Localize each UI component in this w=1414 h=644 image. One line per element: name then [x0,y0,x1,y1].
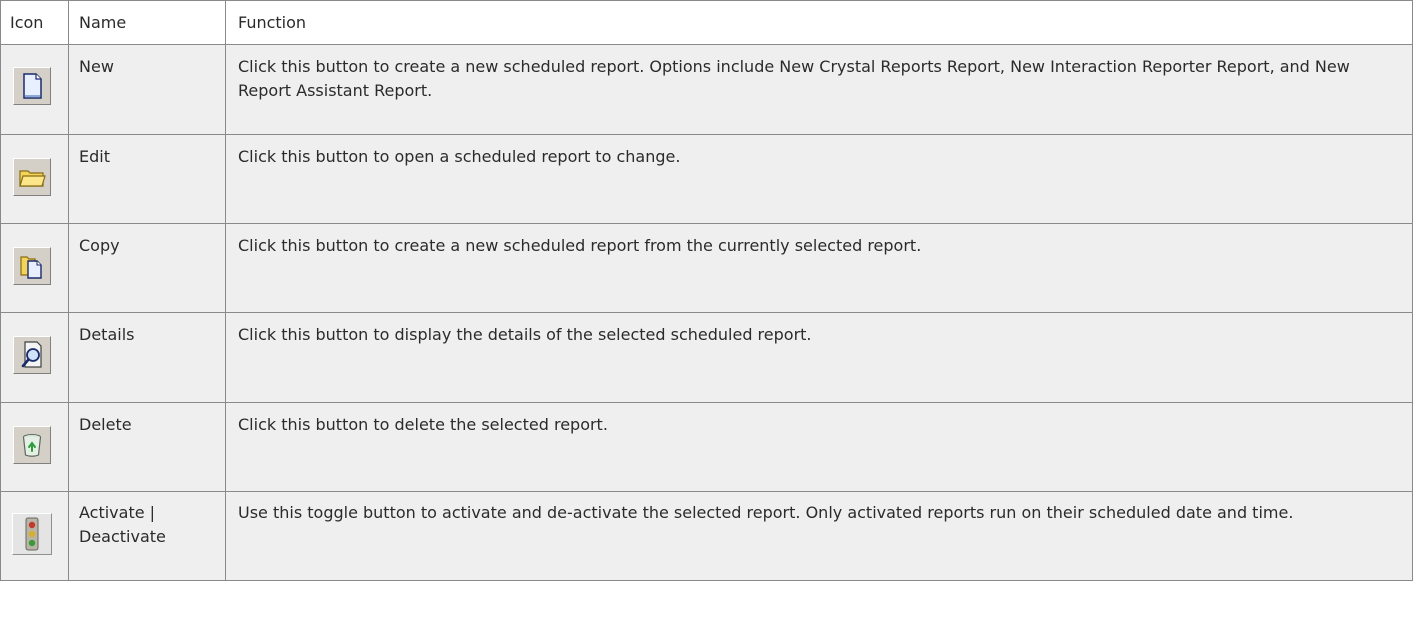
header-function: Function [225,0,1413,45]
icon-cell [0,402,69,492]
delete-recycle-bin-icon [13,426,51,464]
name-cell: Delete [68,402,226,492]
icon-cell [0,44,69,135]
table-row: Copy Click this button to create a new s… [0,223,1413,313]
table-row: New Click this button to create a new sc… [0,44,1413,135]
function-cell: Click this button to display the details… [225,312,1413,403]
header-function-label: Function [238,13,307,32]
function-cell: Click this button to open a scheduled re… [225,134,1413,224]
open-folder-icon [13,158,51,196]
icon-cell [0,223,69,313]
copy-icon [13,247,51,285]
traffic-light-icon [12,513,52,555]
name-cell: Copy [68,223,226,313]
table-row: Edit Click this button to open a schedul… [0,134,1413,224]
icon-cell [0,491,69,581]
name-cell: Edit [68,134,226,224]
name-cell: Details [68,312,226,403]
icon-cell [0,312,69,403]
new-document-icon [13,67,51,105]
name-cell: Activate | Deactivate [68,491,226,581]
function-cell: Use this toggle button to activate and d… [225,491,1413,581]
header-name-label: Name [79,13,127,32]
icon-cell [0,134,69,224]
toolbar-reference-table: Icon Name Function New Click this button… [0,0,1413,581]
function-cell: Click this button to create a new schedu… [225,44,1413,135]
table-row: Activate | Deactivate Use this toggle bu… [0,491,1413,581]
name-cell: New [68,44,226,135]
function-cell: Click this button to delete the selected… [225,402,1413,492]
function-cell: Click this button to create a new schedu… [225,223,1413,313]
table-header-row: Icon Name Function [0,0,1413,45]
header-icon: Icon [0,0,69,45]
details-magnifier-icon [13,336,51,374]
header-name: Name [68,0,226,45]
header-icon-label: Icon [10,13,44,32]
table-row: Details Click this button to display the… [0,312,1413,403]
table-row: Delete Click this button to delete the s… [0,402,1413,492]
